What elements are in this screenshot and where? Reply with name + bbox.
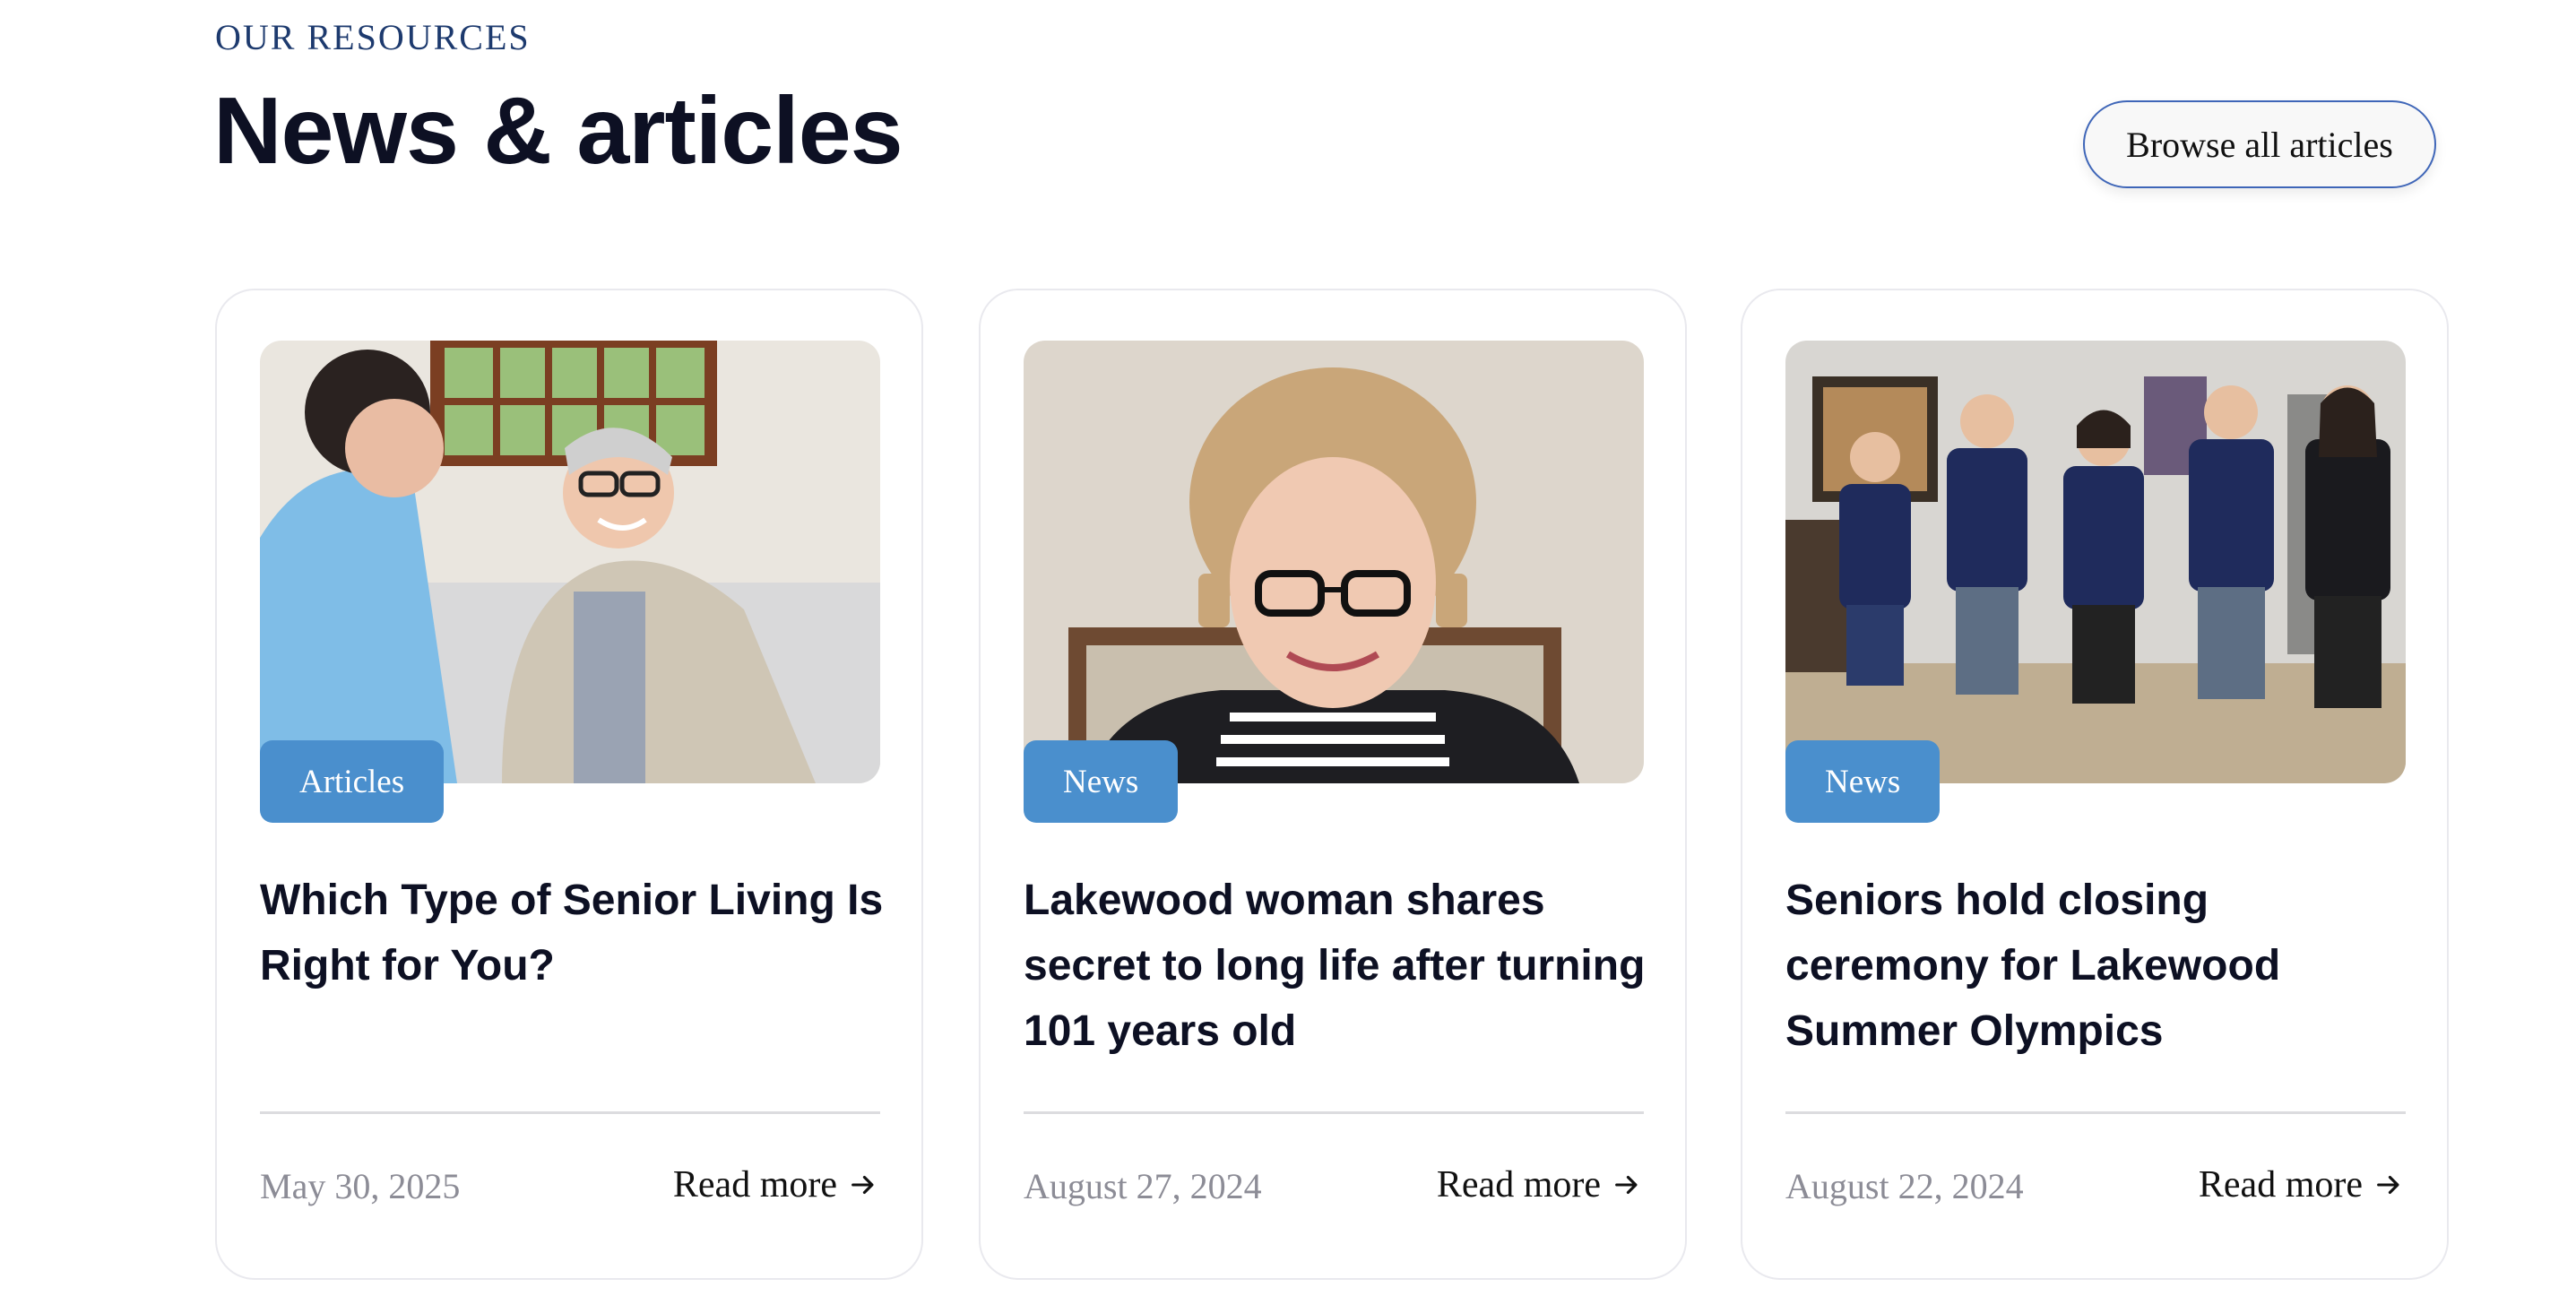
arrow-right-icon — [851, 1175, 874, 1195]
read-more-label: Read more — [1436, 1164, 1601, 1205]
article-date: May 30, 2025 — [260, 1166, 461, 1206]
section-title: News & articles — [213, 78, 903, 184]
article-date: August 27, 2024 — [1024, 1166, 1262, 1206]
card-image[interactable] — [1785, 341, 2406, 783]
card-image[interactable] — [1024, 341, 1644, 783]
card-divider — [260, 1111, 880, 1114]
article-date: August 22, 2024 — [1785, 1166, 2024, 1206]
category-tag[interactable]: News — [1024, 740, 1179, 823]
article-card[interactable]: News Seniors hold closing ceremony for L… — [1741, 289, 2449, 1280]
article-title[interactable]: Which Type of Senior Living Is Right for… — [260, 868, 887, 998]
category-tag[interactable]: News — [1785, 740, 1941, 823]
card-divider — [1785, 1111, 2406, 1114]
section-eyebrow: OUR RESOURCES — [215, 17, 531, 57]
card-divider — [1024, 1111, 1644, 1114]
browse-all-articles-button[interactable]: Browse all articles — [2083, 100, 2436, 188]
read-more-link[interactable]: Read more — [1437, 1163, 1642, 1206]
article-card[interactable]: News Lakewood woman shares secret to lon… — [979, 289, 1687, 1280]
article-card[interactable]: Articles Which Type of Senior Living Is … — [215, 289, 923, 1280]
read-more-link[interactable]: Read more — [673, 1163, 878, 1206]
article-title[interactable]: Lakewood woman shares secret to long lif… — [1024, 868, 1651, 1064]
category-tag[interactable]: Articles — [260, 740, 445, 823]
article-title[interactable]: Seniors hold closing ceremony for Lakewo… — [1785, 868, 2413, 1064]
read-more-link[interactable]: Read more — [2199, 1163, 2404, 1206]
read-more-label: Read more — [2198, 1164, 2363, 1205]
read-more-label: Read more — [672, 1164, 837, 1205]
arrow-right-icon — [1615, 1175, 1638, 1195]
card-image[interactable] — [260, 341, 880, 783]
arrow-right-icon — [2377, 1175, 2399, 1195]
